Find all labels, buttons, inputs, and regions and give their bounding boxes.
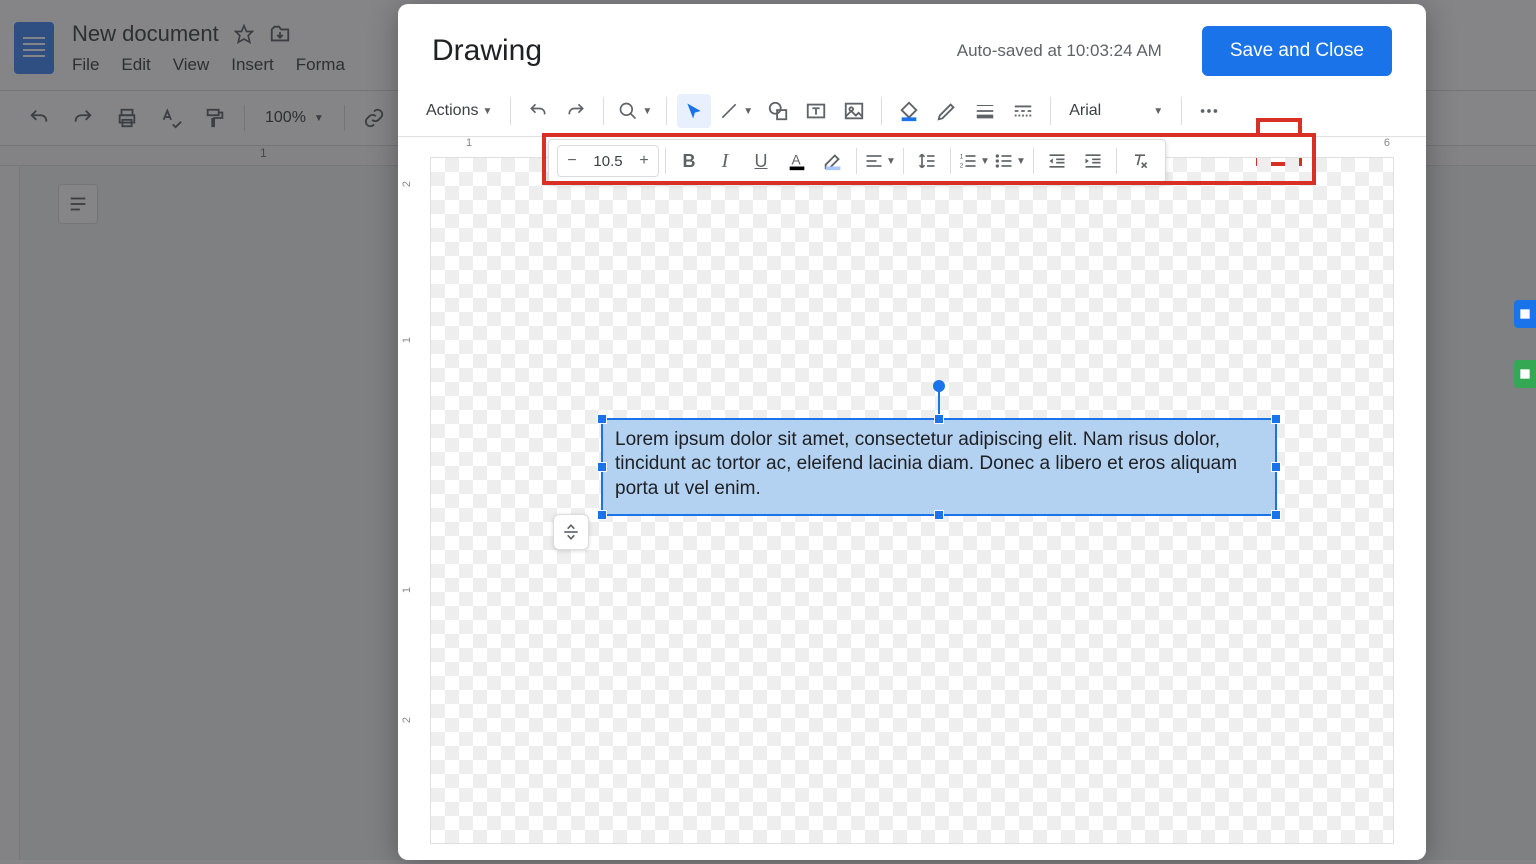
resize-handle-n[interactable] xyxy=(934,414,944,424)
highlight-color-icon[interactable] xyxy=(816,144,850,178)
svg-text:1: 1 xyxy=(960,154,964,161)
font-size-control: − 10.5 + xyxy=(557,145,659,177)
drawing-canvas[interactable]: Lorem ipsum dolor sit amet, consectetur … xyxy=(430,157,1394,844)
align-icon[interactable]: ▼ xyxy=(863,144,897,178)
underline-button[interactable]: U xyxy=(744,144,778,178)
v-ruler-2a: 2 xyxy=(401,181,413,187)
drawing-toolbar: Actions▼ ▼ ▼ Arial▼ xyxy=(398,86,1426,137)
more-options-icon[interactable] xyxy=(1192,94,1226,128)
numbered-list-icon[interactable]: 12▼ xyxy=(957,144,991,178)
clear-formatting-icon[interactable] xyxy=(1123,144,1157,178)
resize-handle-e[interactable] xyxy=(1271,462,1281,472)
v-ruler-2b: 2 xyxy=(401,717,413,723)
textbox-text: Lorem ipsum dolor sit amet, consectetur … xyxy=(615,429,1237,499)
font-family-select[interactable]: Arial▼ xyxy=(1061,94,1171,128)
text-box[interactable]: Lorem ipsum dolor sit amet, consectetur … xyxy=(601,418,1277,516)
bold-button[interactable]: B xyxy=(672,144,706,178)
side-panel-badge-1[interactable] xyxy=(1514,300,1536,328)
resize-handle-w[interactable] xyxy=(597,462,607,472)
italic-button[interactable]: I xyxy=(708,144,742,178)
line-spacing-icon[interactable] xyxy=(910,144,944,178)
save-and-close-button[interactable]: Save and Close xyxy=(1202,26,1392,76)
autosave-status: Auto-saved at 10:03:24 AM xyxy=(957,41,1162,61)
drawing-modal: Drawing Auto-saved at 10:03:24 AM Save a… xyxy=(398,4,1426,860)
line-tool-icon[interactable]: ▼ xyxy=(715,94,757,128)
autofit-handle-icon[interactable] xyxy=(553,514,589,550)
resize-handle-nw[interactable] xyxy=(597,414,607,424)
zoom-icon[interactable]: ▼ xyxy=(614,94,656,128)
resize-handle-se[interactable] xyxy=(1271,510,1281,520)
shape-tool-icon[interactable] xyxy=(761,94,795,128)
resize-handle-ne[interactable] xyxy=(1271,414,1281,424)
bulleted-list-icon[interactable]: ▼ xyxy=(993,144,1027,178)
svg-text:2: 2 xyxy=(960,163,964,170)
undo-icon[interactable] xyxy=(521,94,555,128)
v-ruler-1a: 1 xyxy=(401,337,413,343)
increase-indent-icon[interactable] xyxy=(1076,144,1110,178)
font-size-decrease-button[interactable]: − xyxy=(558,146,586,176)
image-tool-icon[interactable] xyxy=(837,94,871,128)
border-color-icon[interactable] xyxy=(930,94,964,128)
svg-text:A: A xyxy=(792,153,802,168)
v-ruler-1b: 1 xyxy=(401,587,413,593)
decrease-indent-icon[interactable] xyxy=(1040,144,1074,178)
actions-menu[interactable]: Actions▼ xyxy=(418,96,500,126)
border-weight-icon[interactable] xyxy=(968,94,1002,128)
resize-handle-s[interactable] xyxy=(934,510,944,520)
font-size-value[interactable]: 10.5 xyxy=(586,153,630,170)
resize-handle-sw[interactable] xyxy=(597,510,607,520)
h-ruler-1: 1 xyxy=(466,137,472,149)
textbox-tool-icon[interactable] xyxy=(799,94,833,128)
side-panel-badge-2[interactable] xyxy=(1514,360,1536,388)
h-ruler-6: 6 xyxy=(1384,137,1390,149)
font-size-increase-button[interactable]: + xyxy=(630,146,658,176)
text-color-icon[interactable]: A xyxy=(780,144,814,178)
modal-title: Drawing xyxy=(432,34,542,68)
fill-color-icon[interactable] xyxy=(892,94,926,128)
redo-icon[interactable] xyxy=(559,94,593,128)
border-dash-icon[interactable] xyxy=(1006,94,1040,128)
select-tool-icon[interactable] xyxy=(677,94,711,128)
text-formatting-toolbar: − 10.5 + B I U A ▼ 12▼ ▼ xyxy=(548,139,1166,183)
